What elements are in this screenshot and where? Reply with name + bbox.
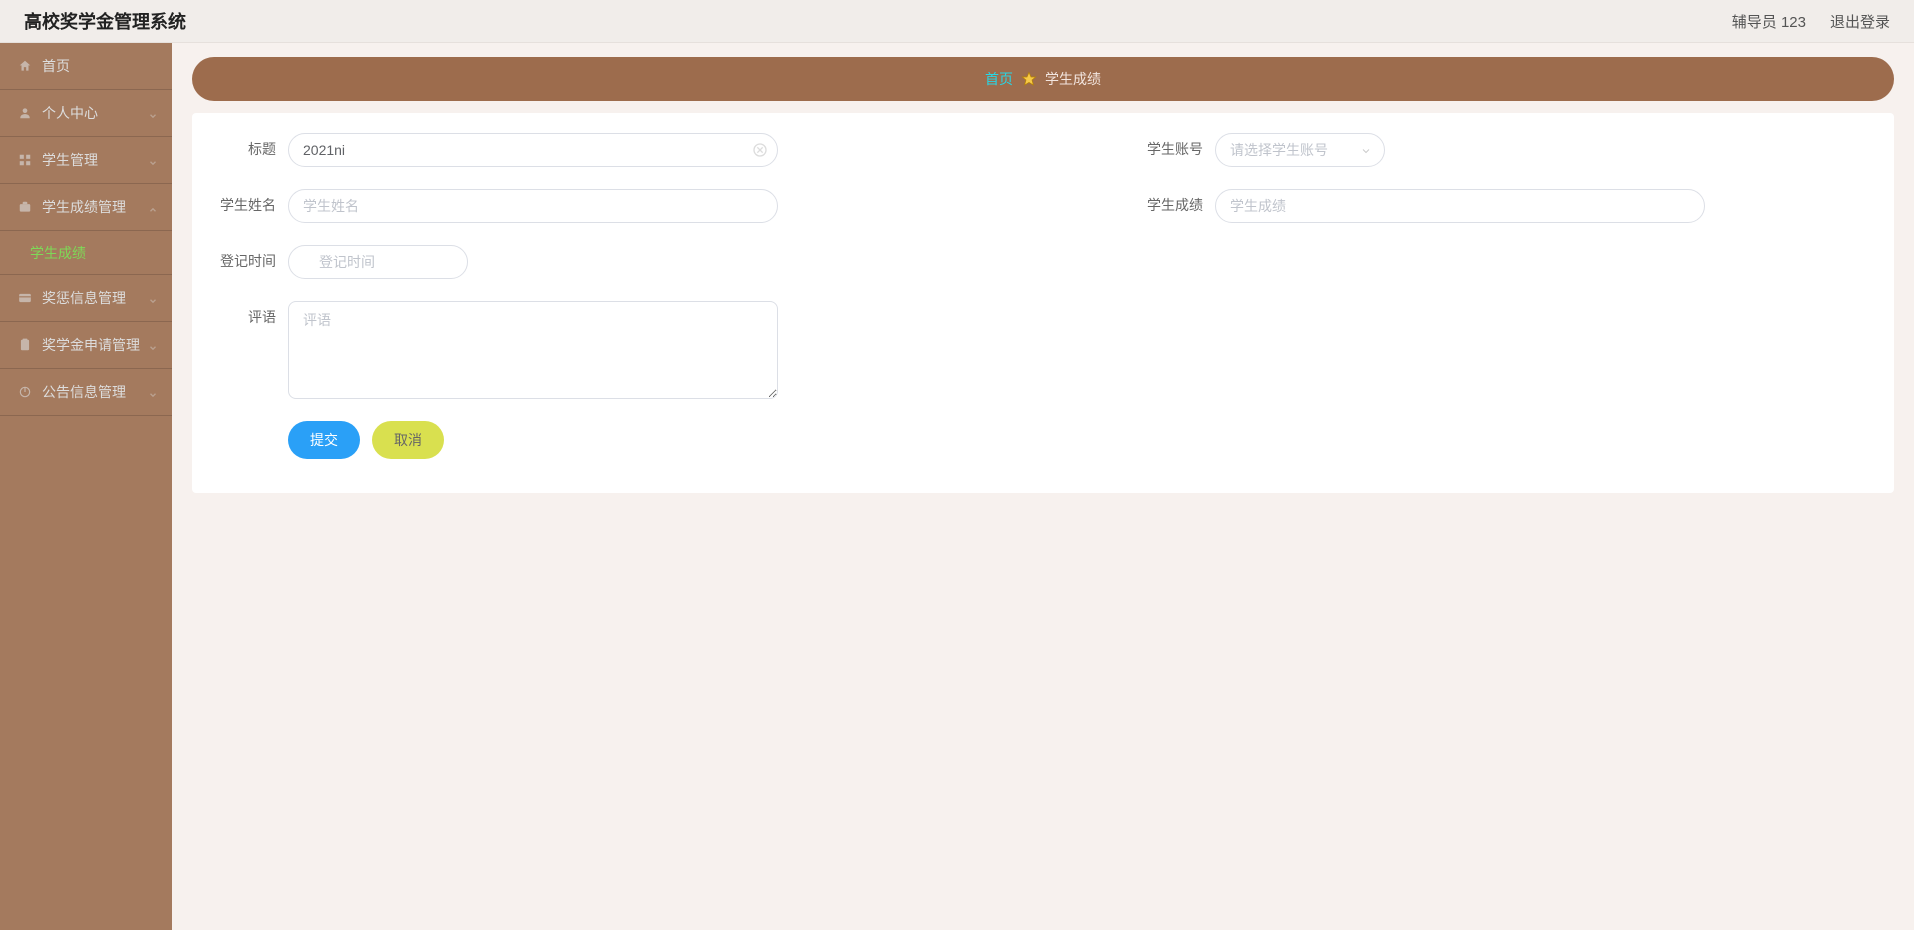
title-input-wrap [288, 133, 778, 167]
clipboard-icon [18, 338, 32, 352]
sidebar-item-label: 公告信息管理 [42, 382, 126, 402]
submit-button[interactable]: 提交 [288, 421, 360, 459]
form-item-title: 标题 [216, 133, 1043, 167]
logout-link[interactable]: 退出登录 [1830, 11, 1890, 32]
power-icon [18, 385, 32, 399]
sidebar-item-label: 奖惩信息管理 [42, 288, 126, 308]
sidebar-item-student-mgmt[interactable]: 学生管理 [0, 137, 172, 184]
form-item-time: 登记时间 [216, 245, 1870, 279]
score-input[interactable] [1215, 189, 1705, 223]
form-label-comment: 评语 [216, 301, 276, 333]
breadcrumb-home-link[interactable]: 首页 [985, 69, 1013, 89]
breadcrumb: 首页 学生成绩 [192, 57, 1894, 101]
top-bar-right: 辅导员 123 退出登录 [1732, 11, 1890, 32]
form-label-score: 学生成绩 [1143, 189, 1203, 221]
account-select[interactable]: 请选择学生账号 [1215, 133, 1385, 167]
sidebar-item-label: 学生成绩管理 [42, 197, 126, 217]
cancel-button[interactable]: 取消 [372, 421, 444, 459]
sidebar-item-label: 学生管理 [42, 150, 98, 170]
grid-icon [18, 153, 32, 167]
sidebar-item-label: 奖学金申请管理 [42, 335, 140, 355]
top-bar: 高校奖学金管理系统 辅导员 123 退出登录 [0, 0, 1914, 43]
sidebar-item-grade-mgmt[interactable]: 学生成绩管理 [0, 184, 172, 231]
form-actions: 提交 取消 [288, 421, 1870, 459]
title-input[interactable] [288, 133, 778, 167]
app-title: 高校奖学金管理系统 [24, 8, 186, 34]
sidebar-item-profile[interactable]: 个人中心 [0, 90, 172, 137]
chevron-down-icon [148, 293, 158, 303]
form-label-account: 学生账号 [1143, 133, 1203, 165]
comment-textarea[interactable] [288, 301, 778, 399]
chevron-down-icon [148, 155, 158, 165]
card-icon [18, 291, 32, 305]
time-input-wrap [288, 245, 468, 279]
name-input[interactable] [288, 189, 778, 223]
sidebar: 首页 个人中心 学生管理 学生成绩管理 [0, 43, 172, 930]
home-icon [18, 59, 32, 73]
chevron-up-icon [148, 202, 158, 212]
sidebar-subitem-label: 学生成绩 [30, 243, 86, 263]
clear-icon[interactable] [752, 142, 768, 158]
sidebar-item-announce[interactable]: 公告信息管理 [0, 369, 172, 416]
user-icon [18, 106, 32, 120]
account-select-placeholder: 请选择学生账号 [1230, 140, 1328, 160]
form-item-score: 学生成绩 [1043, 189, 1870, 223]
main-content: 首页 学生成绩 标题 学生账号 [172, 43, 1914, 930]
sidebar-item-reward-punish[interactable]: 奖惩信息管理 [0, 275, 172, 322]
chevron-down-icon [148, 340, 158, 350]
user-role-label: 辅导员 123 [1732, 11, 1806, 32]
breadcrumb-current: 学生成绩 [1045, 69, 1101, 89]
form-item-name: 学生姓名 [216, 189, 1043, 223]
sidebar-item-label: 个人中心 [42, 103, 98, 123]
sidebar-item-scholarship-apply[interactable]: 奖学金申请管理 [0, 322, 172, 369]
form-item-comment: 评语 [216, 301, 1870, 399]
chevron-down-icon [148, 387, 158, 397]
chevron-down-icon [1360, 144, 1372, 156]
form-label-time: 登记时间 [216, 245, 276, 277]
chevron-down-icon [148, 108, 158, 118]
form-label-name: 学生姓名 [216, 189, 276, 221]
sidebar-item-home[interactable]: 首页 [0, 43, 172, 90]
sidebar-subitem-grades[interactable]: 学生成绩 [0, 231, 172, 275]
sidebar-item-label: 首页 [42, 56, 70, 76]
briefcase-icon [18, 200, 32, 214]
time-input[interactable] [288, 245, 468, 279]
form-item-account: 学生账号 请选择学生账号 [1043, 133, 1870, 167]
star-icon [1021, 71, 1037, 87]
form-label-title: 标题 [216, 133, 276, 165]
form-card: 标题 学生账号 请选择学生账号 [192, 113, 1894, 493]
